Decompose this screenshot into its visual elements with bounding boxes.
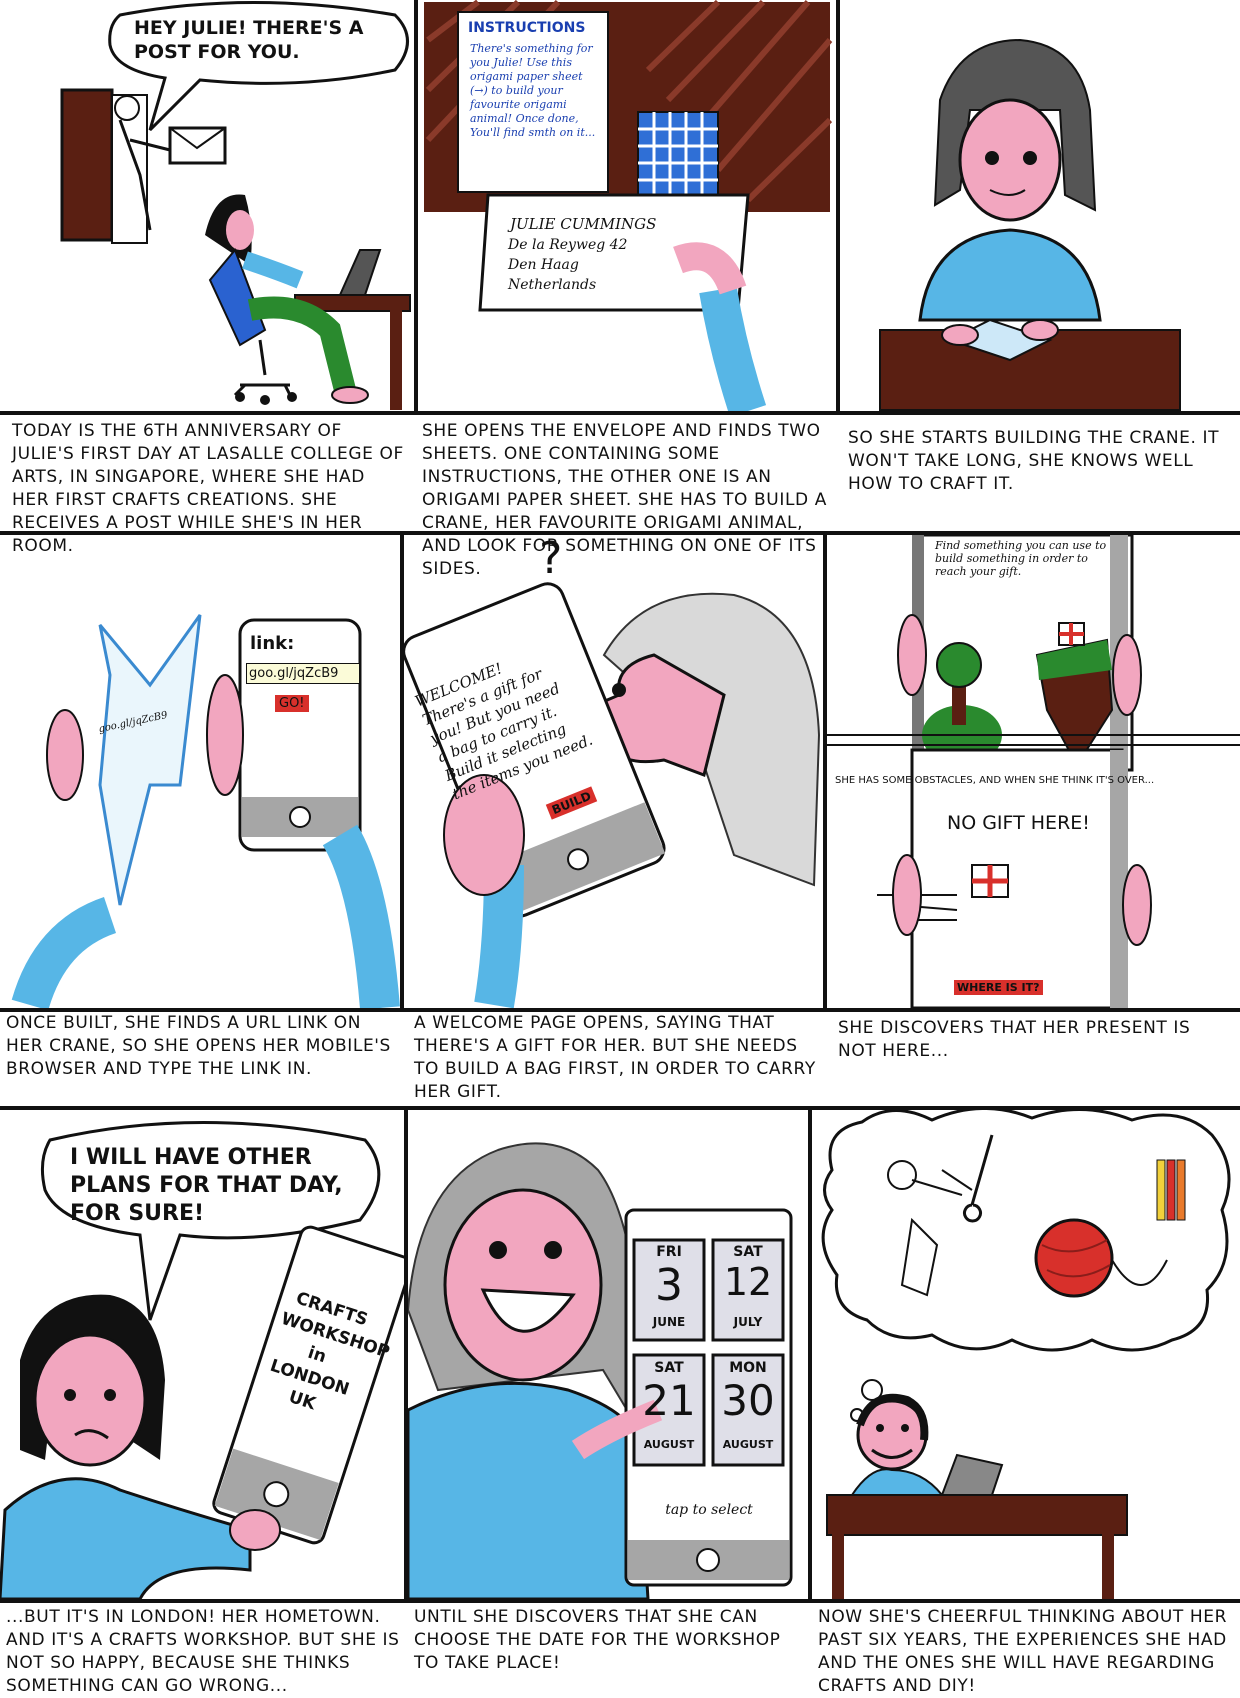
pencil-icon (1156, 1159, 1166, 1221)
comic-page: HEY JULIE! THERE'S A POST FOR YOU. INSTR… (0, 0, 1240, 1697)
address-line2: Den Haag (508, 257, 579, 273)
thought-cloud (821, 1110, 1231, 1352)
yarn-ball-icon (1034, 1218, 1114, 1298)
panel-1-1: HEY JULIE! THERE'S A POST FOR YOU. (0, 0, 414, 411)
phone-link-label: link: (250, 633, 295, 654)
phone-screen-bottom (910, 748, 1124, 1008)
julie-body (918, 228, 1102, 322)
laptop (338, 249, 382, 296)
julie-body (0, 1477, 252, 1599)
middle-caption: She has some obstacles, and when she thi… (835, 775, 1155, 786)
tap-to-select: tap to select (665, 1502, 753, 1518)
phone-go-button[interactable]: GO! (275, 695, 309, 712)
origami-crane (98, 614, 202, 906)
panel-2-3-art (827, 535, 1240, 1008)
panel-1-3 (840, 0, 1240, 411)
date-1-day: FRI (656, 1244, 682, 1260)
laptop (940, 1453, 1004, 1496)
caption-2-1: Once built, she finds a URL link on her … (6, 1013, 391, 1079)
julie-body (850, 1468, 945, 1496)
speech-text: HEY JULIE! THERE'S A POST FOR YOU. (134, 17, 364, 63)
panel-2-1: goo.gl/jqZcB9 link: goo.gl/jqZcB9 GO! (0, 535, 400, 1008)
julie-face (33, 1333, 147, 1467)
panel-3-3-art (821, 1110, 1231, 1599)
date-3-day: SAT (654, 1360, 684, 1376)
address-line1: De la Reyweg 42 (508, 237, 628, 253)
instructions-title: INSTRUCTIONS (468, 20, 586, 36)
mail-person (114, 95, 140, 121)
date-2-day: SAT (733, 1244, 763, 1260)
desk (826, 1494, 1128, 1536)
caption-2-2: A welcome page opens, saying that there'… (414, 1013, 816, 1102)
instructions-body: There's something for you Julie! Use thi… (470, 42, 596, 139)
panel-3-1: I WILL HAVE OTHER PLANS FOR THAT DAY, FO… (0, 1110, 404, 1599)
date-3-month[interactable]: AUGUST (634, 1438, 704, 1451)
panel-1-3-art (879, 38, 1181, 411)
speech-text: I WILL HAVE OTHER PLANS FOR THAT DAY, FO… (70, 1145, 343, 1226)
panel-3-3 (812, 1110, 1240, 1599)
address-line3: Netherlands (508, 277, 597, 293)
caption-3-1: ...But it's in London! Her hometown. And… (6, 1607, 400, 1696)
origami-paper (637, 111, 719, 198)
where-is-it-button[interactable]: WHERE IS IT? (954, 980, 1043, 995)
date-2-num: 12 (723, 1260, 773, 1304)
date-4-day: MON (729, 1360, 767, 1376)
divider-row3-art (0, 1599, 1240, 1603)
panel-3-2: FRI 3 JUNE SAT 12 JULY SAT 21 AUGUST MON… (408, 1110, 808, 1599)
question-thought: ? (539, 535, 563, 584)
julie-body (408, 1381, 650, 1599)
date-4-num: 30 (721, 1376, 775, 1425)
caption-2-3: She discovers that her present is not he… (838, 1018, 1191, 1061)
pencil-icon (1166, 1159, 1176, 1221)
phone-link-field[interactable]: goo.gl/jqZcB9 (246, 663, 360, 684)
caption-3-3: Now she's cheerful thinking about her pa… (818, 1607, 1228, 1696)
address-name: Julie Cummings (510, 215, 657, 233)
panel-2-1-art (11, 614, 400, 1008)
date-2-month[interactable]: JULY (713, 1315, 783, 1329)
panel-2-2: ? WELCOME! There's a gift for you! But y… (404, 535, 823, 1008)
date-4-month[interactable]: AUGUST (713, 1438, 783, 1451)
julie-face (958, 98, 1062, 222)
caption-1-3: So she starts building the crane. It won… (848, 428, 1220, 494)
caption-3-2: Until she discovers that she can choose … (414, 1607, 781, 1673)
divider-row1-art (0, 411, 1240, 415)
panel-1-2: INSTRUCTIONS There's something for you J… (418, 0, 836, 411)
date-1-num: 3 (655, 1260, 683, 1311)
screen-top-text: Find something you can use to build some… (935, 539, 1107, 578)
home-button-icon (696, 1548, 720, 1572)
panel-2-3: Find something you can use to build some… (827, 535, 1240, 1008)
no-gift-title: NO GIFT HERE! (947, 812, 1090, 834)
panel-3-2-art (408, 1142, 793, 1599)
date-3-num: 21 (642, 1376, 696, 1425)
tree-icon (936, 642, 982, 688)
pencil-icon (1176, 1159, 1186, 1221)
door (60, 88, 114, 242)
home-button-icon (289, 806, 311, 828)
date-1-month[interactable]: JUNE (634, 1315, 704, 1329)
julie-face (443, 1188, 603, 1382)
